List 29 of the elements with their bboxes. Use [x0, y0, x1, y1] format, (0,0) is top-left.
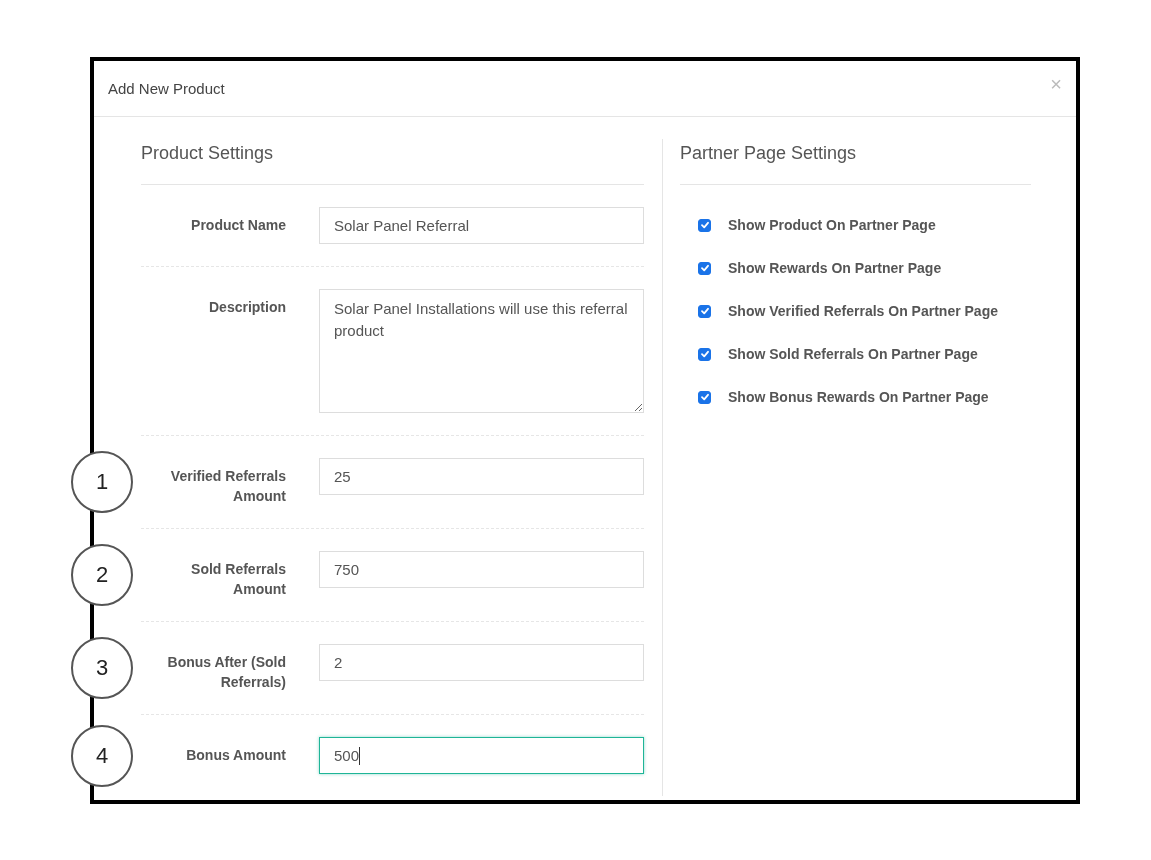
- input-field[interactable]: 750: [319, 551, 644, 588]
- checkbox[interactable]: [698, 304, 711, 318]
- field-label: Sold Referrals Amount: [190, 560, 286, 599]
- input-field[interactable]: Solar Panel Referral: [319, 207, 644, 244]
- checkbox-label: Show Verified Referrals On Partner Page: [728, 303, 998, 319]
- section-heading: Partner Page Settings: [680, 143, 1031, 185]
- field-label: Product Name: [190, 216, 286, 235]
- checkbox[interactable]: [698, 261, 711, 275]
- checkbox-label: Show Product On Partner Page: [728, 217, 936, 233]
- step-number-badge: 4: [71, 724, 133, 787]
- step-number-badge: 3: [71, 637, 133, 699]
- dialog-title: Add New Product: [108, 80, 225, 97]
- section-heading: Product Settings: [141, 143, 644, 185]
- field-label: Verified Referrals Amount: [169, 467, 286, 506]
- checkbox[interactable]: [698, 390, 711, 404]
- checkbox-label: Show Sold Referrals On Partner Page: [728, 346, 978, 362]
- checkbox-label: Show Bonus Rewards On Partner Page: [728, 389, 989, 405]
- input-field[interactable]: 25: [319, 458, 644, 495]
- field-label: Bonus Amount: [185, 746, 286, 765]
- input-field[interactable]: 2: [319, 644, 644, 681]
- checkbox-label: Show Rewards On Partner Page: [728, 260, 942, 276]
- step-number-badge: 2: [71, 544, 133, 606]
- field-label: Bonus After (Sold Referrals): [166, 653, 286, 692]
- description-field[interactable]: Solar Panel Installations will use this referral product: [319, 289, 644, 413]
- field-label: Description: [208, 298, 286, 317]
- input-field[interactable]: 500: [319, 737, 644, 774]
- checkbox[interactable]: [698, 347, 711, 361]
- checkbox[interactable]: [698, 218, 711, 232]
- step-number-badge: 1: [71, 451, 133, 513]
